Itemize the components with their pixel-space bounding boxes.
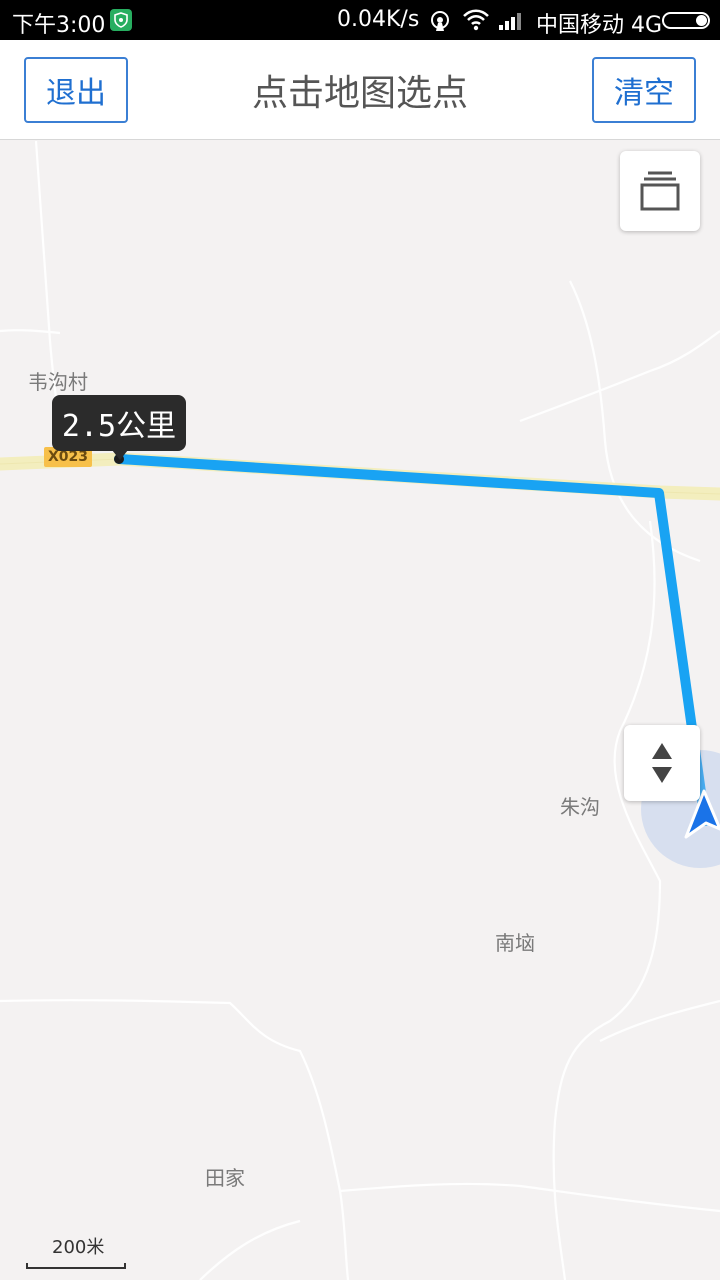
layers-icon	[640, 171, 680, 211]
place-label: 韦沟村	[28, 370, 88, 394]
network-speed: 0.04K/s	[337, 7, 420, 32]
status-bar: 下午3:00 0.04K/s 中国移动 4G	[0, 0, 720, 40]
map-view[interactable]: 韦沟村 朱沟 南垴 田家 X023 2.5公里 200米	[0, 141, 720, 1280]
exit-button[interactable]: 退出	[24, 57, 128, 123]
place-label: 南垴	[495, 931, 535, 955]
status-time: 下午3:00	[12, 13, 106, 38]
signal-icon	[499, 13, 521, 30]
compass-icon	[652, 743, 672, 783]
carrier-label: 中国移动 4G	[536, 13, 663, 38]
hotspot-icon	[431, 11, 449, 31]
place-label: 田家	[205, 1166, 245, 1190]
map-scale: 200米	[24, 1233, 134, 1269]
compass-button[interactable]	[624, 725, 700, 801]
map-base-layer	[0, 141, 720, 1280]
layers-button[interactable]	[620, 151, 700, 231]
scale-label: 200米	[52, 1237, 105, 1258]
wifi-icon	[463, 9, 489, 31]
route-line	[114, 454, 710, 826]
battery-icon	[662, 12, 710, 29]
shield-icon	[110, 9, 132, 31]
distance-label: 2.5公里	[52, 395, 186, 460]
clear-button[interactable]: 清空	[592, 57, 696, 123]
header-bar: 点击地图选点 退出 清空	[0, 40, 720, 140]
scale-bar	[26, 1263, 126, 1269]
place-label: 朱沟	[560, 795, 600, 819]
